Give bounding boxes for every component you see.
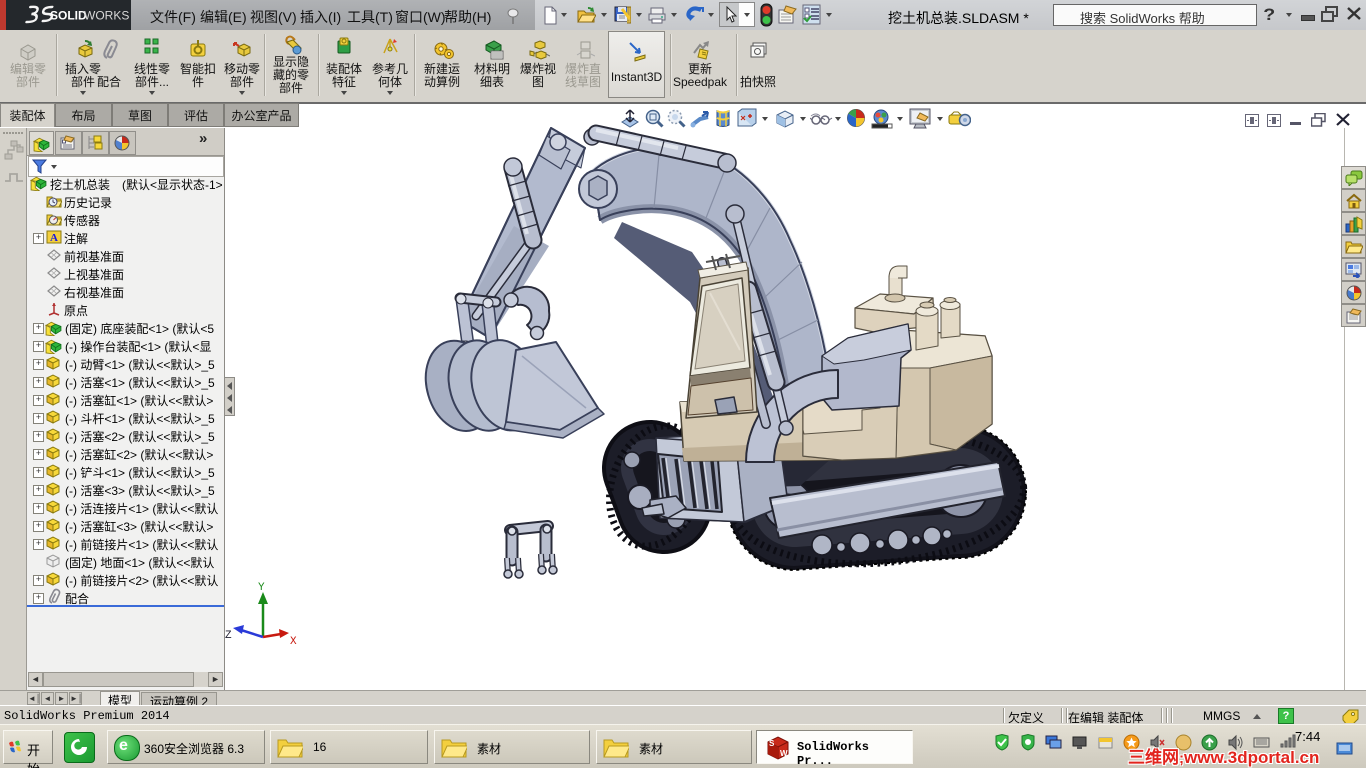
svg-text:A: A bbox=[50, 232, 58, 244]
svg-text:SOLID: SOLID bbox=[50, 9, 87, 23]
svg-text:Z: Z bbox=[225, 630, 232, 642]
svg-text:Y: Y bbox=[258, 582, 265, 594]
svg-text:S: S bbox=[769, 739, 775, 748]
svg-text:X: X bbox=[290, 636, 297, 648]
svg-text:WORKS: WORKS bbox=[84, 9, 129, 23]
svg-text:W: W bbox=[780, 749, 788, 758]
